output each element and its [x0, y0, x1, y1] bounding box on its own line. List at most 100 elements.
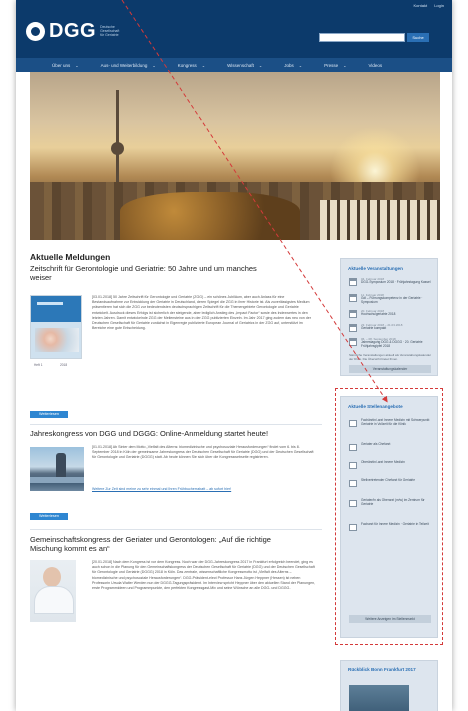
site-logo[interactable]: DGG Deutsche Gesellschaft für Geriatrie — [26, 20, 122, 42]
main-nav: Über uns ⌄ Aus- und Weiterbildung ⌄ Kongre… — [16, 58, 452, 72]
top-link-login[interactable]: Login — [434, 3, 444, 8]
nav-item-wissenschaft[interactable]: Wissenschaft ⌄ — [227, 63, 262, 68]
journal-cover[interactable] — [30, 295, 82, 359]
calendar-icon — [349, 310, 357, 318]
job-text: Geriater als Chefarzt — [361, 442, 391, 446]
search-button[interactable]: Suche — [407, 33, 429, 42]
logo-subtitle: Deutsche Gesellschaft für Geriatrie — [100, 25, 120, 37]
event-name: DGG-Symposium 2018 · Frühjahrstagung Kas… — [361, 280, 431, 284]
interview-photo[interactable] — [30, 560, 76, 622]
promo-title[interactable]: Rückblick Bonn Frankfurt 2017 — [348, 667, 432, 673]
site-header: Kontakt Login DGG Deutsche Gesellschaft … — [16, 0, 452, 58]
hero-tv-tower-sphere — [111, 142, 124, 155]
nav-item-aus-weiterbildung[interactable]: Aus- und Weiterbildung ⌄ — [101, 63, 156, 68]
read-more-button[interactable]: Weiterlesen — [30, 411, 68, 418]
article-text: [01.01.2018] Ab Sinter dem Motto „Vielfa… — [92, 445, 314, 460]
nav-label: Über uns — [52, 62, 71, 68]
calendar-icon — [349, 294, 357, 302]
news-column: Aktuelle Meldungen Zeitschrift für Geron… — [30, 252, 322, 648]
article-body: [20.01.2018] Nach dem Kongress ist vor d… — [30, 558, 322, 648]
chevron-down-icon: ⌄ — [298, 62, 303, 68]
job-item[interactable]: Geriater als Chefarzt — [349, 442, 433, 456]
events-note: Sämtliche Veranstaltungen aktuell als Ve… — [349, 353, 432, 361]
events-box: Aktuelle Veranstaltungen 04. Februar 201… — [340, 258, 438, 376]
cologne-thumbnail[interactable] — [30, 447, 84, 491]
event-item[interactable]: 23. Februar 2018 – 21.03.2018 Geriatrie … — [349, 323, 433, 335]
events-title[interactable]: Aktuelle Veranstaltungen — [348, 266, 403, 271]
nav-item-presse[interactable]: Presse ⌄ — [324, 63, 346, 68]
nav-label: Aus- und Weiterbildung — [100, 62, 148, 68]
hero-building — [320, 200, 440, 240]
event-item[interactable]: 11. Februar 2018 Gdl – Führungskompetenz… — [349, 293, 433, 305]
jobs-title[interactable]: Aktuelle Stellenangebote — [348, 404, 403, 409]
document-icon — [349, 524, 357, 531]
read-more-button[interactable]: Weiterlesen — [30, 513, 68, 520]
registration-link[interactable]: Weitere Zur Zeit sind meine zu sehr einm… — [92, 487, 231, 491]
divider — [30, 424, 322, 425]
promo-image[interactable] — [349, 685, 409, 711]
chevron-down-icon: ⌄ — [152, 62, 156, 68]
article-text: [03.01.2018] 50 Jahre Zeitschrift für Ge… — [92, 295, 311, 331]
article-text: [20.01.2018] Nach dem Kongress ist vor d… — [92, 560, 316, 591]
section-title: Aktuelle Meldungen — [30, 252, 111, 262]
chevron-down-icon: ⌄ — [75, 62, 79, 68]
hero-trees — [120, 192, 300, 240]
logo-icon — [26, 21, 45, 41]
job-text: Fachärztin/-arzt Innere Medizin mit Schw… — [361, 418, 430, 426]
article-title[interactable]: Gemeinschaftskongress der Geriater und G… — [30, 535, 292, 553]
article-body: Heft 1 2018 [03.01.2018] 50 Jahre Zeitsc… — [30, 287, 322, 407]
document-icon — [349, 462, 357, 469]
article-body: [01.01.2018] Ab Sinter dem Motto „Vielfa… — [30, 443, 322, 513]
calendar-icon — [349, 324, 357, 332]
events-calendar-button[interactable]: Veranstaltungskalender — [349, 365, 431, 373]
search-input[interactable] — [319, 33, 405, 42]
document-icon — [349, 420, 357, 427]
job-item[interactable]: Stellvertretender Chefarzt für Geriatrie — [349, 478, 433, 492]
event-name: Hochschulgeriatrie 2018 — [361, 312, 396, 316]
document-icon — [349, 444, 357, 451]
divider — [30, 529, 322, 530]
nav-label: Videos — [368, 62, 383, 68]
nav-item-jobs[interactable]: Jobs ⌄ — [284, 63, 302, 68]
cover-photo — [35, 328, 79, 352]
nav-label: Wissenschaft — [227, 62, 254, 68]
nav-item-kongress[interactable]: Kongress ⌄ — [178, 63, 205, 68]
article-title[interactable]: Zeitschrift für Gerontologie und Geriatr… — [30, 264, 262, 282]
chevron-down-icon: ⌄ — [343, 62, 347, 68]
promo-box: Rückblick Bonn Frankfurt 2017 — [340, 660, 438, 711]
calendar-icon — [349, 278, 357, 286]
chevron-down-icon: ⌄ — [258, 62, 263, 68]
document-icon — [349, 500, 357, 507]
event-name: Geriatrie kompakt — [361, 326, 387, 330]
event-item[interactable]: 06. – 08. September 2018 Jahrestagung DG… — [349, 337, 433, 349]
job-item[interactable]: Oberärztin/-arzt Innere Medizin — [349, 460, 433, 474]
calendar-icon — [349, 338, 357, 346]
job-text: Oberärztin/-arzt Innere Medizin — [361, 460, 405, 464]
job-text: Geriater/in als Oberarzt (m/w) im Zentru… — [361, 498, 425, 506]
chevron-down-icon: ⌄ — [201, 62, 206, 68]
job-item[interactable]: Fachärztin/-arzt Innere Medizin mit Schw… — [349, 418, 433, 432]
job-item[interactable]: Facharzt für Innere Medizin · Geriatrie … — [349, 522, 433, 536]
jobs-more-button[interactable]: Weitere Anzeigen im Stellenmarkt — [349, 615, 431, 623]
nav-label: Kongress — [177, 62, 197, 68]
article-title[interactable]: Jahreskongress von DGG und DGGG: Online-… — [30, 429, 280, 438]
event-item[interactable]: 04. Februar 2018 DGG-Symposium 2018 · Fr… — [349, 277, 433, 289]
cover-header — [31, 296, 81, 322]
nav-item-videos[interactable]: Videos — [368, 63, 382, 68]
event-item[interactable]: 20. Februar 2018 Hochschulgeriatrie 2018 — [349, 309, 433, 321]
top-link-kontakt[interactable]: Kontakt — [414, 3, 428, 8]
article-link[interactable]: Weitere Zur Zeit sind meine zu sehr einm… — [92, 487, 316, 492]
nav-label: Presse — [324, 62, 339, 68]
job-item[interactable]: Geriater/in als Oberarzt (m/w) im Zentru… — [349, 498, 433, 512]
top-links: Kontakt Login — [408, 3, 445, 8]
nav-label: Jobs — [284, 62, 294, 68]
hero-image — [30, 72, 440, 240]
page: Kontakt Login DGG Deutsche Gesellschaft … — [16, 0, 452, 711]
job-text: Facharzt für Innere Medizin · Geriatrie … — [361, 522, 429, 526]
cover-caption: 2018 — [60, 363, 68, 367]
nav-item-ueber-uns[interactable]: Über uns ⌄ — [52, 63, 79, 68]
event-name: Jahrestagung DGG & DGGG · 20. Geriatrie … — [361, 340, 423, 348]
logo-text: DGG — [49, 19, 97, 42]
event-name: Gdl – Führungskompetenz in der Geriatrie… — [361, 296, 423, 304]
document-icon — [349, 480, 357, 487]
